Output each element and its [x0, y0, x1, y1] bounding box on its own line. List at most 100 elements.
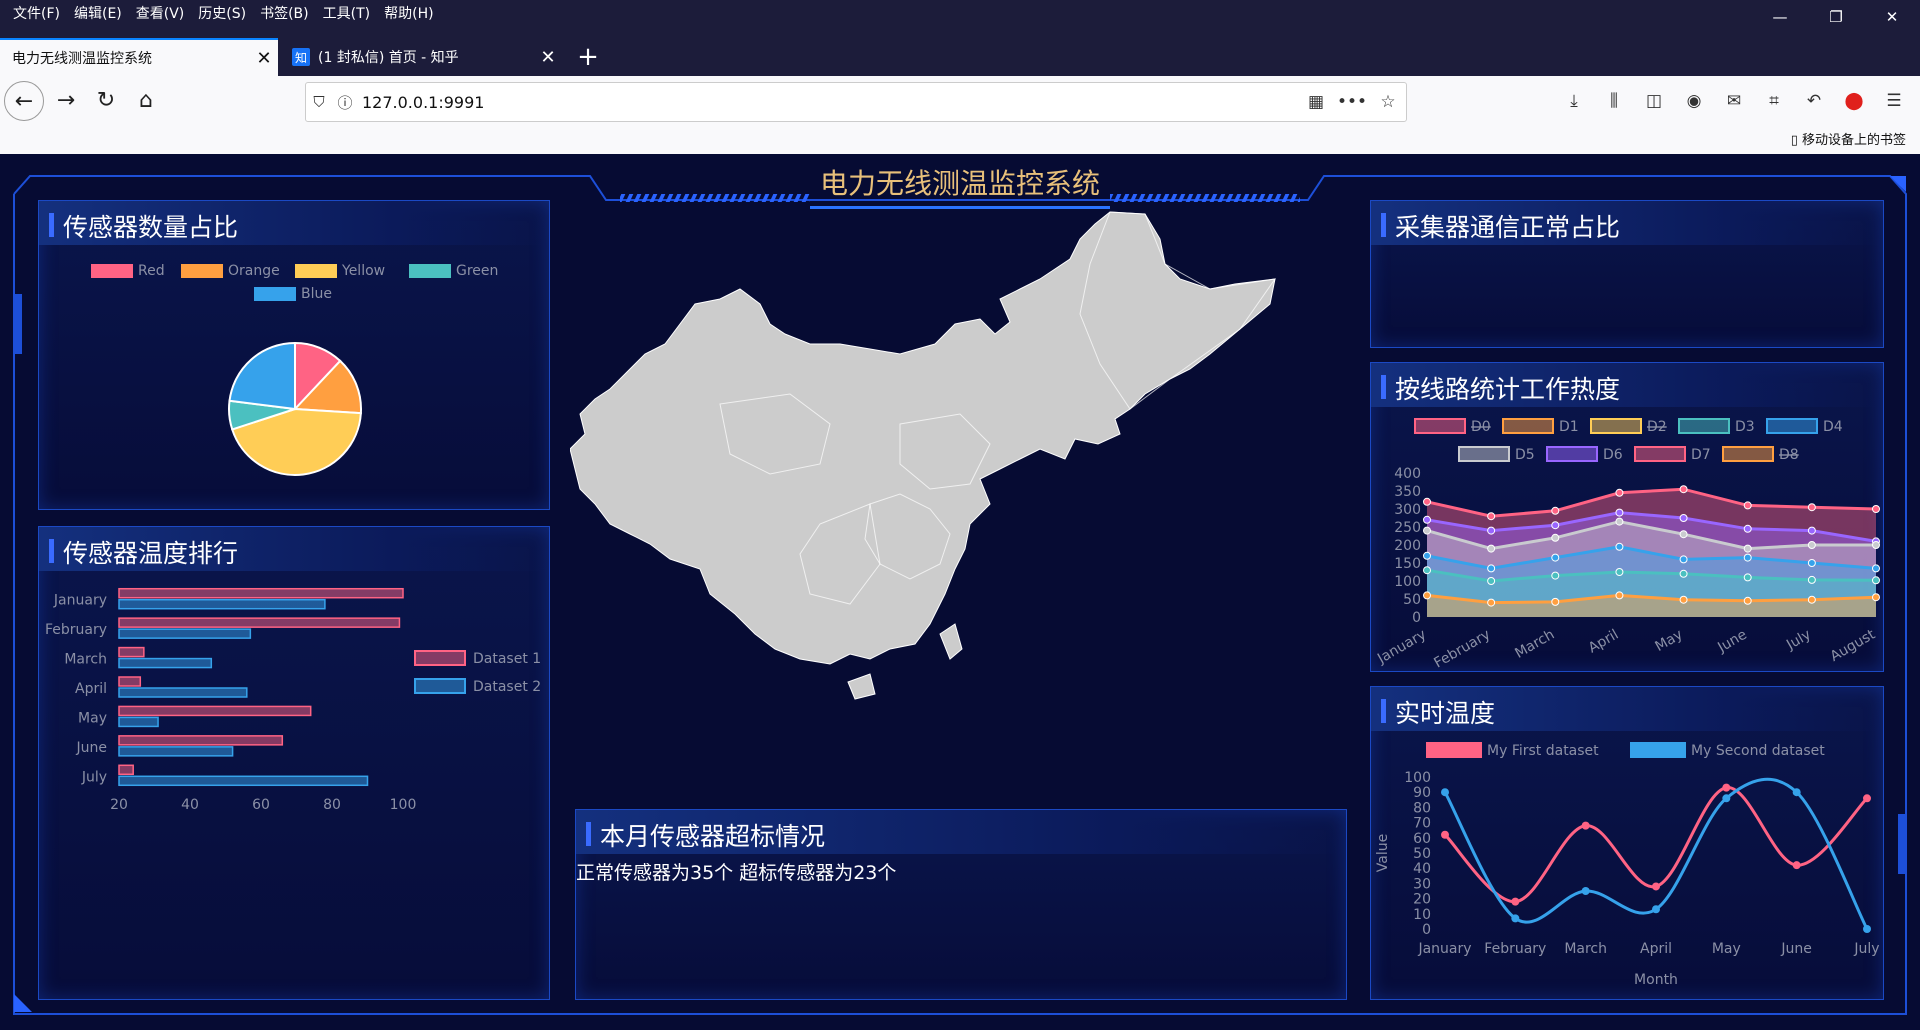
menu-history[interactable]: 历史(S) [191, 3, 253, 23]
close-tab-icon[interactable]: ✕ [250, 48, 278, 69]
point-d3-june [1743, 573, 1752, 582]
legend-label-dataset-2: Dataset 2 [473, 679, 541, 695]
x-tick-label-april: April [1640, 941, 1672, 957]
point-my-second-dataset-march [1581, 887, 1590, 895]
point-d4-june [1743, 553, 1752, 562]
chat-icon[interactable]: ✉ [1714, 82, 1754, 120]
menu-help[interactable]: 帮助(H) [377, 3, 440, 23]
panel-collector-ratio: 采集器通信正常占比 [1370, 200, 1884, 348]
new-tab-button[interactable]: + [570, 38, 606, 76]
panel-title: 传感器温度排行 [63, 539, 239, 568]
point-d1-july [1807, 595, 1816, 604]
bar-dataset-1-february [118, 617, 401, 628]
panel-header: 按线路统计工作热度 [1371, 363, 1883, 407]
hainan-shape[interactable] [847, 673, 876, 700]
tab-power-monitor[interactable]: 电力无线测温监控系统 ✕ [0, 38, 278, 76]
china-map[interactable] [570, 204, 1290, 764]
zhihu-favicon-icon: 知 [292, 48, 310, 66]
bar-dataset-1-june [118, 735, 284, 746]
bar-dataset-2-may [118, 716, 159, 728]
forward-button[interactable]: → [46, 80, 86, 120]
close-tab-icon[interactable]: ✕ [534, 47, 562, 68]
undo-icon[interactable]: ↶ [1794, 82, 1834, 120]
menu-edit[interactable]: 编辑(E) [67, 3, 129, 23]
mobile-bookmarks-link[interactable]: ▯ 移动设备上的书签 [1791, 129, 1906, 148]
legend-swatch-d6 [1546, 446, 1598, 462]
x-axis-title: Month [1634, 972, 1678, 988]
point-d6-february [1487, 526, 1496, 535]
url-bar[interactable]: ⛉ ⓘ 127.0.0.1:9991 ▦ ••• ☆ [305, 82, 1407, 122]
line-chart[interactable]: My First dataset My Second dataset 0102030… [1371, 733, 1883, 999]
account-icon[interactable]: ◉ [1674, 82, 1714, 120]
horizontal-bar-chart[interactable]: January February March April May June July20 40… [39, 575, 549, 995]
point-d3-march [1551, 571, 1560, 580]
shield-icon[interactable]: ⛉ [306, 93, 332, 111]
y-tick-label-150: 150 [1394, 556, 1421, 572]
y-tick-label-60: 60 [1413, 831, 1431, 847]
opera-icon[interactable]: ⬤ [1834, 82, 1874, 120]
tab-bar: 电力无线测温监控系统 ✕ 知 (1 封私信) 首页 - 知乎 ✕ + [0, 24, 1920, 76]
x-tick-label-february: February [1484, 941, 1546, 957]
bookmark-star-icon[interactable]: ☆ [1370, 92, 1406, 112]
china-mainland-shape[interactable] [570, 211, 1276, 665]
menu-file[interactable]: 文件(F) [6, 3, 67, 23]
point-my-first-dataset-january [1441, 830, 1449, 839]
library-icon[interactable]: ⫼ [1594, 82, 1634, 120]
y-tick-label-10: 10 [1413, 907, 1431, 923]
legend-label-green: Green [456, 263, 498, 279]
frame-corner-bl [14, 994, 32, 1012]
legend-swatch-d0 [1414, 418, 1466, 434]
y-tick-label-70: 70 [1413, 816, 1431, 832]
point-d7-february [1487, 512, 1496, 521]
panel-header: 传感器数量占比 [39, 201, 549, 245]
point-my-first-dataset-june [1792, 861, 1801, 870]
legend-swatch-green [409, 264, 451, 278]
point-d3-may [1679, 569, 1688, 578]
bar-dataset-1-may [118, 705, 312, 717]
panel-title: 采集器通信正常占比 [1395, 213, 1621, 242]
point-d6-march [1551, 521, 1560, 530]
point-d5-june [1743, 544, 1752, 553]
x-tick-label-80: 80 [323, 797, 341, 813]
y-tick-label-30: 30 [1413, 876, 1431, 892]
area-chart[interactable]: D0 D1 D2 D3 D4 D5 D6 D7 D8 0 50 100 150 200 250 300 350 4… [1371, 409, 1883, 671]
screenshot-icon[interactable]: ⌗ [1754, 82, 1794, 120]
legend-label-red: Red [138, 263, 165, 279]
hamburger-menu-icon[interactable]: ☰ [1874, 82, 1914, 120]
legend-swatch-dataset-1 [414, 650, 466, 666]
info-icon[interactable]: ⓘ [332, 92, 358, 113]
point-d1-january [1423, 591, 1431, 600]
pie-chart[interactable]: Red Orange Yellow Green Blue [39, 249, 549, 509]
legend-swatch-my-first-dataset [1426, 742, 1482, 758]
x-tick-label-40: 40 [181, 797, 199, 813]
x-tick-label-june: June [1780, 941, 1812, 957]
point-d5-march [1551, 533, 1560, 542]
home-button[interactable]: ⌂ [126, 80, 166, 120]
menu-bookmarks[interactable]: 书签(B) [253, 3, 316, 23]
tab-zhihu[interactable]: 知 (1 封私信) 首页 - 知乎 ✕ [280, 38, 562, 76]
legend-label-d6: D6 [1603, 447, 1623, 463]
legend-label-d4: D4 [1823, 419, 1843, 435]
more-actions-icon[interactable]: ••• [1334, 92, 1370, 112]
y-tick-label-0: 0 [1412, 610, 1421, 626]
taiwan-shape[interactable] [939, 623, 963, 660]
navigation-bar: ← → ↻ ⌂ ⛉ ⓘ 127.0.0.1:9991 ▦ ••• ☆ ⤓ ⫼ ◫… [0, 76, 1920, 126]
y-tick-label-40: 40 [1413, 861, 1431, 877]
url-text[interactable]: 127.0.0.1:9991 [362, 93, 1298, 112]
menu-bar: 文件(F) 编辑(E) 查看(V) 历史(S) 书签(B) 工具(T) 帮助(H… [0, 0, 1920, 26]
x-tick-label-may: May [1652, 627, 1685, 655]
legend-swatch-d7 [1634, 446, 1686, 462]
dashboard: 电力无线测温监控系统 传感器数量占比 Red Orange Yellow Green B… [0, 154, 1920, 1030]
download-icon[interactable]: ⤓ [1554, 82, 1594, 120]
back-button[interactable]: ← [4, 81, 44, 121]
qr-code-icon[interactable]: ▦ [1298, 92, 1334, 112]
menu-tools[interactable]: 工具(T) [316, 3, 377, 23]
point-d5-july [1807, 541, 1816, 549]
point-d3-april [1615, 568, 1624, 576]
header-accent-bar [586, 822, 591, 846]
reload-button[interactable]: ↻ [86, 80, 126, 120]
point-my-second-dataset-february [1511, 914, 1520, 923]
toolbar-right: ⤓ ⫼ ◫ ◉ ✉ ⌗ ↶ ⬤ ☰ [1554, 82, 1914, 120]
sidebar-icon[interactable]: ◫ [1634, 82, 1674, 120]
menu-view[interactable]: 查看(V) [129, 3, 192, 23]
